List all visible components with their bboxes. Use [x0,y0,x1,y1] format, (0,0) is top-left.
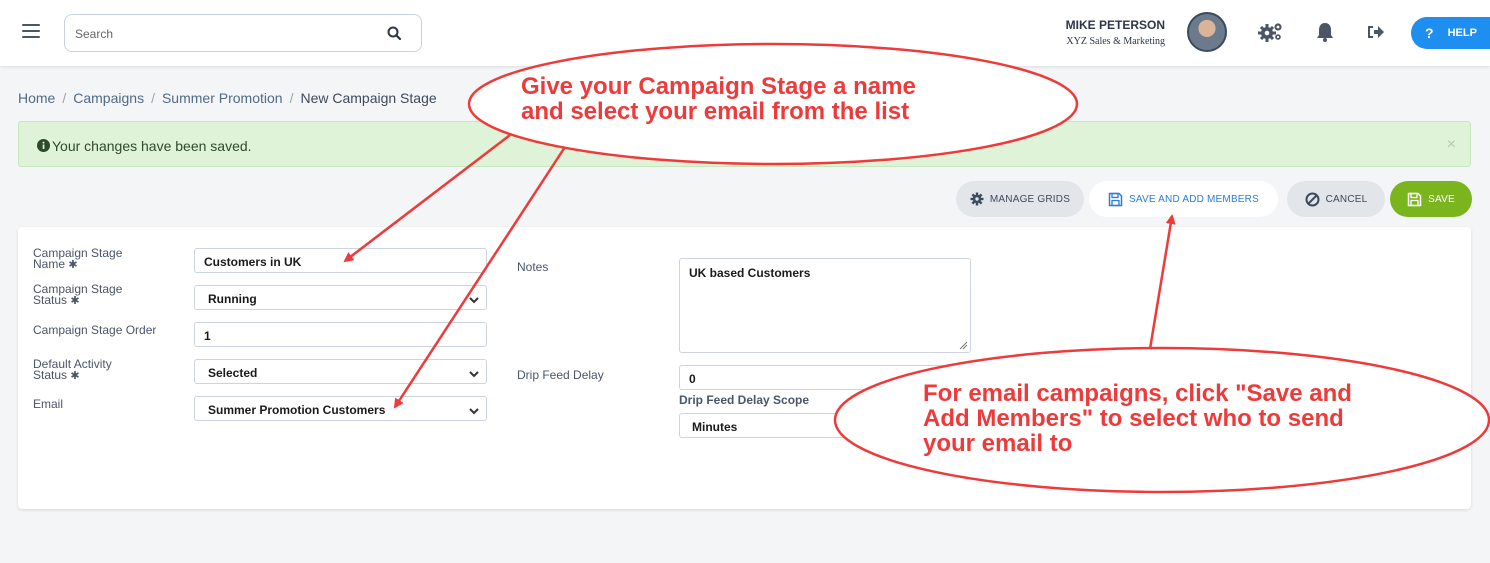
callout-bottom-text: For email campaigns, click "Save and Add… [923,380,1352,457]
callout-top-text: Give your Campaign Stage a name and sele… [521,73,916,125]
callout-arrow-to-name [343,134,511,263]
callout-arrow-to-email [393,146,567,409]
callout-arrow-to-save-members [1148,214,1176,350]
resize-handle-icon[interactable] [958,340,968,350]
